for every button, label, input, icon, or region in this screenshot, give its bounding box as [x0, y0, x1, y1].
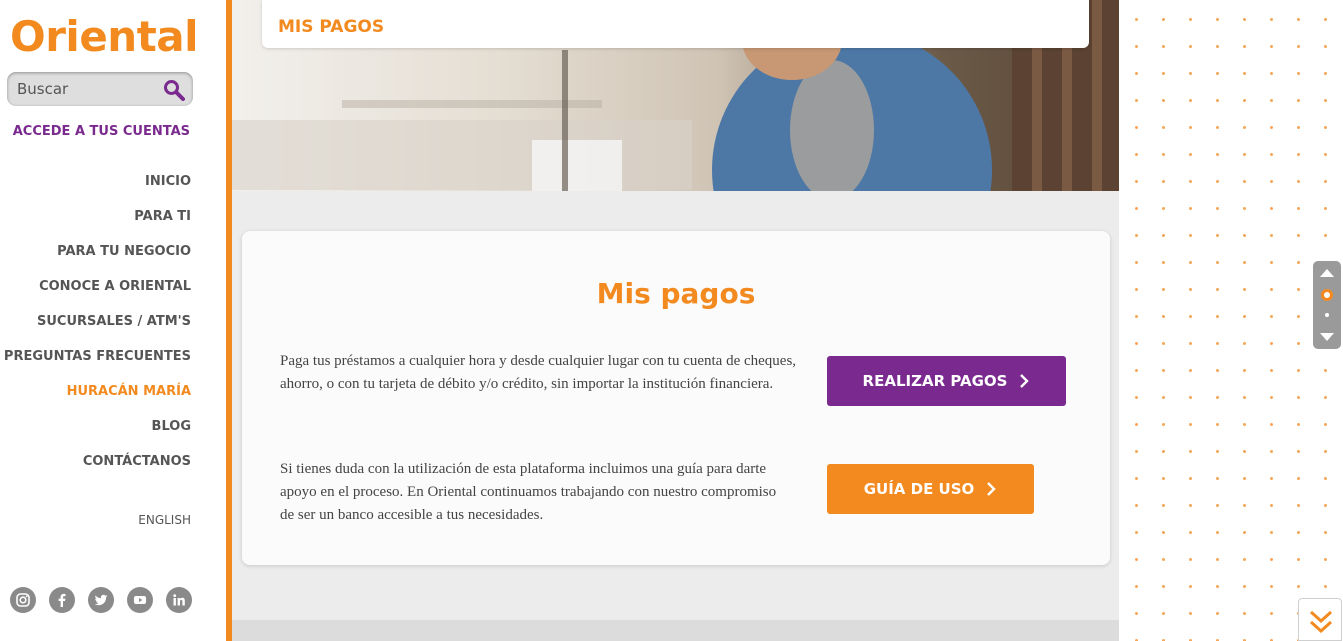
chevron-right-icon	[987, 482, 996, 496]
scroll-down-button[interactable]	[1298, 598, 1342, 641]
card-title: Mis pagos	[596, 277, 756, 310]
sidebar: Oriental ACCEDE A TUS CUENTAS INICIO PAR…	[0, 0, 226, 641]
chevron-right-icon	[1020, 374, 1030, 388]
hero-image: MIS PAGOS	[232, 0, 1119, 191]
nav-item-inicio[interactable]: INICIO	[0, 173, 191, 208]
linkedin-icon[interactable]	[166, 587, 192, 613]
instagram-icon[interactable]	[10, 587, 36, 613]
nav-item-preguntas-frecuentes[interactable]: PREGUNTAS FRECUENTES	[0, 348, 191, 383]
twitter-icon[interactable]	[88, 587, 114, 613]
nav-item-sucursales-atms[interactable]: SUCURSALES / ATM'S	[0, 313, 191, 348]
nav-item-contactanos[interactable]: CONTÁCTANOS	[0, 453, 191, 488]
social-links	[10, 587, 192, 613]
page-title: MIS PAGOS	[278, 17, 385, 37]
search-box	[7, 72, 193, 106]
main-nav: INICIO PARA TI PARA TU NEGOCIO CONOCE A …	[0, 173, 191, 488]
realizar-pagos-button[interactable]: REALIZAR PAGOS	[827, 356, 1066, 406]
page-title-tab: MIS PAGOS	[262, 0, 1089, 48]
main-content: MIS PAGOS Mis pagos Paga tus préstamos a…	[232, 0, 1119, 641]
guia-de-uso-label: GUÍA DE USO	[863, 480, 975, 498]
payments-description: Paga tus préstamos a cualquier hora y de…	[280, 353, 797, 392]
nav-item-para-tu-negocio[interactable]: PARA TU NEGOCIO	[0, 243, 191, 278]
footer-band	[232, 620, 1119, 641]
double-chevron-down-icon	[1309, 610, 1333, 634]
search-input[interactable]	[17, 77, 157, 101]
search-icon[interactable]	[163, 79, 185, 101]
pager-down-arrow-icon[interactable]	[1320, 333, 1334, 341]
nav-item-para-ti[interactable]: PARA TI	[0, 208, 191, 243]
oriental-logo[interactable]: Oriental	[10, 12, 199, 61]
guide-description: Si tienes duda con la utilización de est…	[280, 461, 777, 523]
pager-up-arrow-icon[interactable]	[1320, 269, 1334, 277]
facebook-icon[interactable]	[49, 587, 75, 613]
language-toggle-english[interactable]: ENGLISH	[138, 513, 191, 527]
pager-dot[interactable]	[1325, 313, 1329, 317]
youtube-icon[interactable]	[127, 587, 153, 613]
accede-cuentas-link[interactable]: ACCEDE A TUS CUENTAS	[13, 124, 190, 139]
nav-item-blog[interactable]: BLOG	[0, 418, 191, 453]
payments-card: Mis pagos Paga tus préstamos a cualquier…	[242, 231, 1110, 565]
pager-dot-active[interactable]	[1321, 289, 1333, 301]
guia-de-uso-button[interactable]: GUÍA DE USO	[827, 464, 1034, 514]
nav-item-huracan-maria[interactable]: HURACÁN MARÍA	[0, 383, 191, 418]
section-pager	[1313, 261, 1341, 349]
dotted-background	[1119, 0, 1343, 641]
nav-item-conoce-a-oriental[interactable]: CONOCE A ORIENTAL	[0, 278, 191, 313]
realizar-pagos-label: REALIZAR PAGOS	[862, 372, 1008, 390]
